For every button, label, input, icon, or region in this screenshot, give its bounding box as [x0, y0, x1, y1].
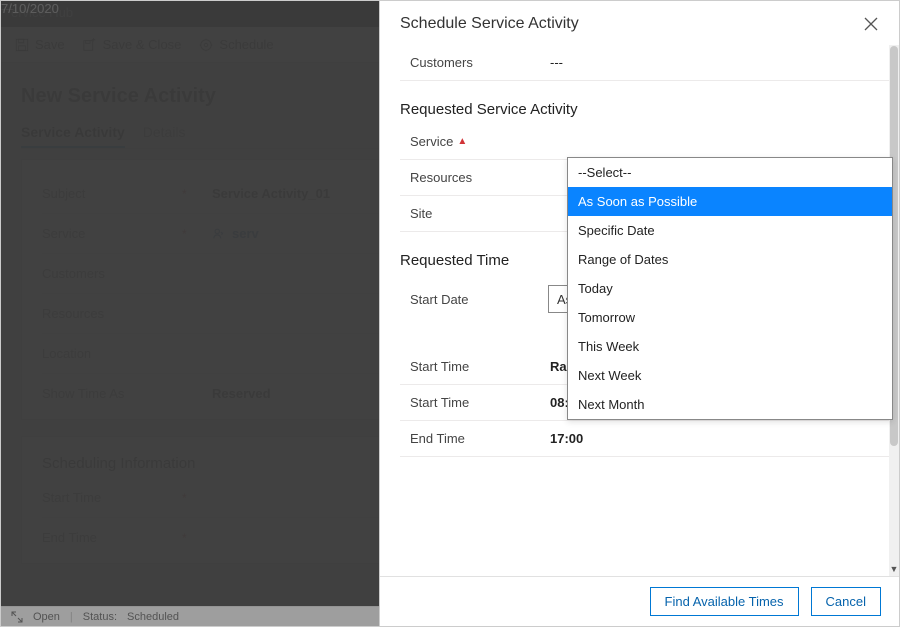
dd-opt-next-week[interactable]: Next Week	[568, 361, 892, 390]
dd-opt-this-week[interactable]: This Week	[568, 332, 892, 361]
requested-activity-heading: Requested Service Activity	[400, 101, 893, 118]
close-icon[interactable]	[863, 16, 879, 32]
panel-body: ▼ Customers --- --Select-- As Soon as Po…	[380, 45, 899, 576]
panel-label-end-time: End Time	[410, 431, 550, 446]
panel-label-site: Site	[410, 206, 550, 221]
panel-label-customers: Customers	[410, 55, 550, 70]
panel-field-service[interactable]: Service▲	[400, 124, 893, 160]
scroll-down-arrow[interactable]: ▼	[889, 564, 899, 574]
dd-opt-specific-date[interactable]: Specific Date	[568, 216, 892, 245]
dd-opt-asap[interactable]: As Soon as Possible	[568, 187, 892, 216]
panel-label-start-time-range: Start Time	[410, 359, 550, 374]
panel-field-customers[interactable]: Customers ---	[400, 45, 893, 81]
panel-label-resources: Resources	[410, 170, 550, 185]
panel-value-end-time: 17:00	[550, 431, 583, 446]
dd-opt-select[interactable]: --Select--	[568, 158, 892, 187]
panel-field-end-time[interactable]: End Time 17:00	[400, 421, 893, 457]
panel-header: Schedule Service Activity	[380, 1, 899, 45]
panel-title: Schedule Service Activity	[400, 15, 579, 33]
dd-opt-tomorrow[interactable]: Tomorrow	[568, 303, 892, 332]
find-available-times-button[interactable]: Find Available Times	[650, 587, 799, 616]
schedule-panel: Schedule Service Activity ▼ Customers --…	[379, 1, 899, 626]
dd-opt-next-month[interactable]: Next Month	[568, 390, 892, 419]
dd-opt-range-dates[interactable]: Range of Dates	[568, 245, 892, 274]
cancel-button[interactable]: Cancel	[811, 587, 881, 616]
panel-label-start-date: Start Date	[410, 292, 550, 307]
panel-value-customers: ---	[550, 55, 563, 70]
start-date-dropdown: --Select-- As Soon as Possible Specific …	[567, 157, 893, 420]
panel-label-start-time: Start Time	[410, 395, 550, 410]
panel-footer: Find Available Times Cancel	[380, 576, 899, 626]
modal-backdrop	[1, 1, 379, 626]
dd-opt-today[interactable]: Today	[568, 274, 892, 303]
panel-label-service: Service▲	[410, 134, 550, 149]
